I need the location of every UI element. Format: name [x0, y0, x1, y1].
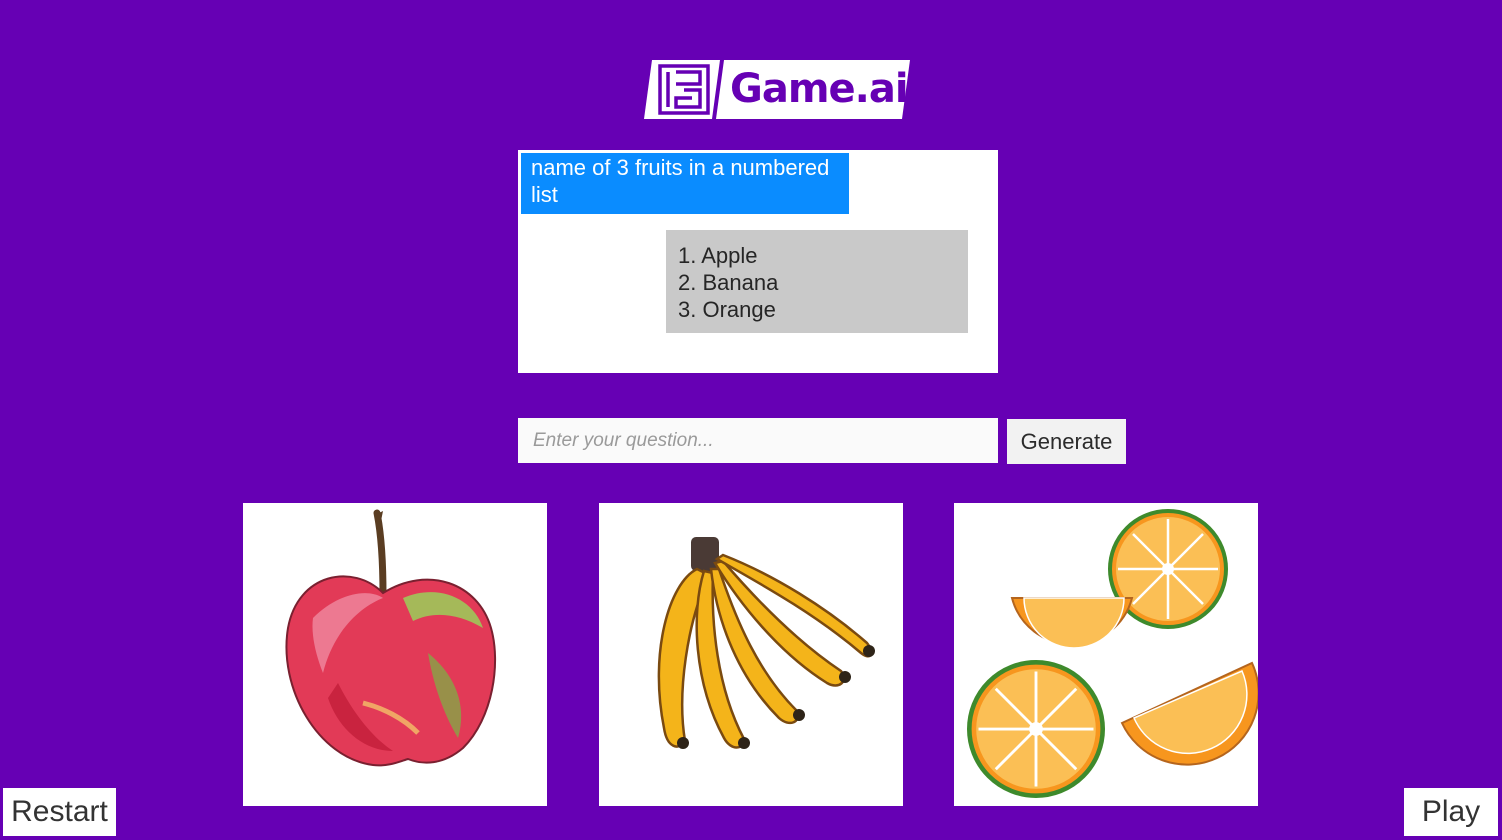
ai-response-line: 3. Orange	[678, 297, 776, 322]
ai-response-line: 1. Apple	[678, 243, 758, 268]
user-message: name of 3 fruits in a numbered list	[521, 153, 849, 214]
banana-image-card	[599, 503, 903, 806]
question-input[interactable]	[518, 418, 998, 463]
banana-bunch-illustration-icon	[657, 537, 875, 749]
ai-response-line: 2. Banana	[678, 270, 779, 295]
orange-image-card	[954, 503, 1258, 806]
play-button[interactable]: Play	[1404, 788, 1498, 836]
game-screen: Game.ai name of 3 fruits in a numbered l…	[0, 0, 1502, 840]
ai-response: 1. Apple 2. Banana 3. Orange	[666, 230, 968, 333]
apple-illustration-icon	[285, 509, 497, 767]
brand-logo: Game.ai	[644, 60, 910, 119]
restart-button[interactable]: Restart	[3, 788, 116, 836]
generate-button[interactable]: Generate	[1007, 419, 1126, 464]
orange-slices-illustration-icon	[954, 509, 1258, 806]
brand-name: Game.ai	[730, 66, 909, 112]
chat-panel: name of 3 fruits in a numbered list 1. A…	[518, 150, 998, 373]
apple-image-card	[243, 503, 547, 806]
